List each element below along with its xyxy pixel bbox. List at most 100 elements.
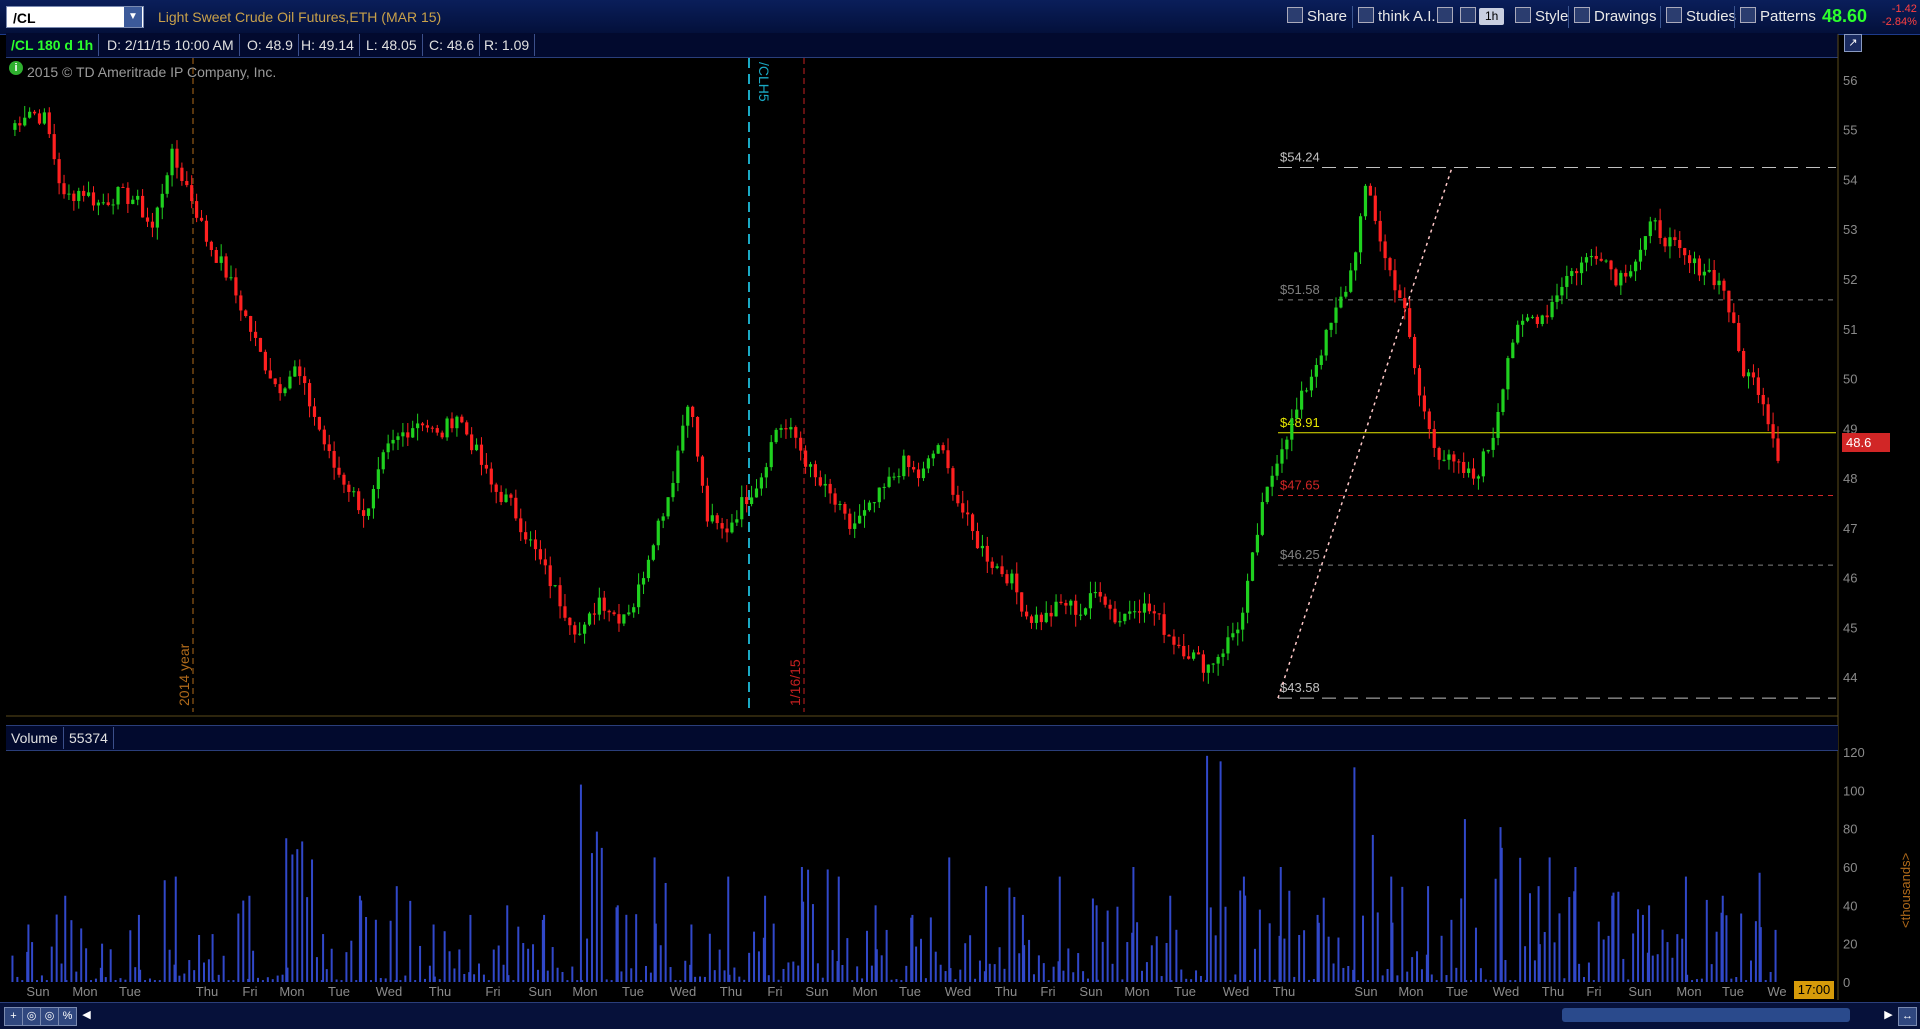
candle-body: [160, 193, 164, 208]
candle: [681, 414, 685, 454]
candle: [897, 468, 901, 484]
candle: [317, 416, 321, 432]
volume-bar: [330, 948, 333, 982]
candle: [730, 513, 734, 534]
volume-bar: [1376, 912, 1379, 982]
volume-bar: [70, 920, 73, 982]
candle-body: [1295, 409, 1299, 419]
candle-body: [1275, 463, 1279, 476]
volume-bar: [227, 980, 230, 982]
candles: [13, 105, 1780, 684]
volume-bar: [649, 972, 652, 982]
candle: [1717, 272, 1721, 295]
candle-body: [170, 148, 174, 176]
candle: [1638, 238, 1643, 270]
candle: [720, 517, 724, 539]
symbol-period[interactable]: /CL 180 d 1h: [6, 34, 100, 56]
candle: [1108, 599, 1112, 620]
info-icon[interactable]: i: [9, 61, 23, 75]
candle: [1633, 259, 1638, 282]
volume-bar: [1671, 957, 1674, 982]
candle-body: [1309, 376, 1314, 391]
volume-bar: [743, 979, 746, 982]
wrench-button[interactable]: [1460, 6, 1480, 28]
candle: [82, 185, 86, 202]
candle-body: [253, 331, 258, 338]
candle-body: [1093, 591, 1097, 594]
candle: [1029, 614, 1034, 629]
volume-bar: [1327, 936, 1330, 982]
horizontal-scrollbar[interactable]: [1562, 1008, 1850, 1022]
symbol-dropdown-icon[interactable]: ▼: [124, 7, 142, 27]
candle: [1118, 611, 1122, 627]
candle-body: [1133, 611, 1137, 613]
candle-body: [686, 406, 690, 426]
candle: [1393, 259, 1397, 303]
patterns-button[interactable]: Patterns: [1740, 6, 1816, 28]
candle-body: [1565, 275, 1569, 287]
volume-bar: [163, 880, 166, 982]
candle-body: [1525, 317, 1530, 321]
candle: [1206, 664, 1210, 684]
thinkai-button[interactable]: think A.I.: [1358, 6, 1436, 28]
percent-icon[interactable]: %: [58, 1007, 77, 1026]
zoom-out-icon[interactable]: ◎: [40, 1007, 59, 1026]
candle: [1761, 387, 1765, 416]
pan-icon[interactable]: +: [4, 1007, 23, 1026]
candle: [1491, 427, 1495, 458]
volume-bar: [139, 969, 142, 982]
candle-body: [1575, 271, 1579, 274]
volume-bar: [905, 965, 908, 982]
tools-icon: [1437, 7, 1453, 23]
volume-bar: [703, 976, 706, 982]
tools-button[interactable]: [1437, 6, 1457, 28]
candle-body: [1383, 241, 1387, 259]
expand-time-icon[interactable]: ↔: [1898, 1007, 1917, 1026]
studies-button[interactable]: Studies: [1666, 6, 1736, 28]
volume-label[interactable]: Volume: [6, 727, 64, 749]
candle-body: [1363, 185, 1368, 217]
volume-bar: [551, 947, 554, 982]
candle-body: [258, 337, 263, 352]
candle: [931, 450, 935, 467]
style-button[interactable]: Style: [1515, 6, 1568, 28]
candle: [1088, 581, 1093, 620]
candle-body: [1579, 262, 1584, 274]
candle: [401, 422, 405, 447]
expand-icon[interactable]: ↗: [1844, 34, 1862, 52]
volume-bar: [728, 974, 731, 982]
volume-bar: [1003, 968, 1006, 982]
candle: [1481, 448, 1485, 483]
candle: [686, 404, 690, 438]
candle: [440, 430, 444, 440]
volume-bar: [694, 976, 697, 982]
drawings-button[interactable]: Drawings: [1574, 6, 1657, 28]
candle-body: [1020, 592, 1024, 612]
candle: [1746, 369, 1751, 389]
volume-bar: [1062, 970, 1065, 982]
candle: [57, 152, 61, 195]
scroll-left-icon[interactable]: ◀: [78, 1007, 95, 1024]
candle-body: [912, 467, 916, 470]
candle: [1737, 314, 1741, 353]
volume-bar: [767, 975, 770, 982]
timeframe-button[interactable]: 1h: [1479, 8, 1505, 25]
candle: [1216, 654, 1220, 676]
candle: [1619, 270, 1623, 295]
candle-body: [858, 515, 862, 524]
candle: [1476, 474, 1481, 490]
volume-bar: [1126, 942, 1129, 982]
share-button[interactable]: Share: [1287, 6, 1347, 28]
candle-body: [853, 523, 857, 529]
zoom-in-icon[interactable]: ◎: [22, 1007, 41, 1026]
volume-bar: [1244, 895, 1247, 982]
scroll-right-icon[interactable]: ▶: [1880, 1007, 1897, 1024]
candle: [700, 455, 705, 493]
candle-body: [278, 384, 282, 394]
volume-bar: [800, 867, 803, 982]
volume-bar: [1058, 876, 1061, 982]
candle-body: [1265, 486, 1269, 503]
candle: [391, 429, 395, 451]
volume-bar: [1651, 955, 1654, 982]
volume-bar: [469, 914, 472, 982]
